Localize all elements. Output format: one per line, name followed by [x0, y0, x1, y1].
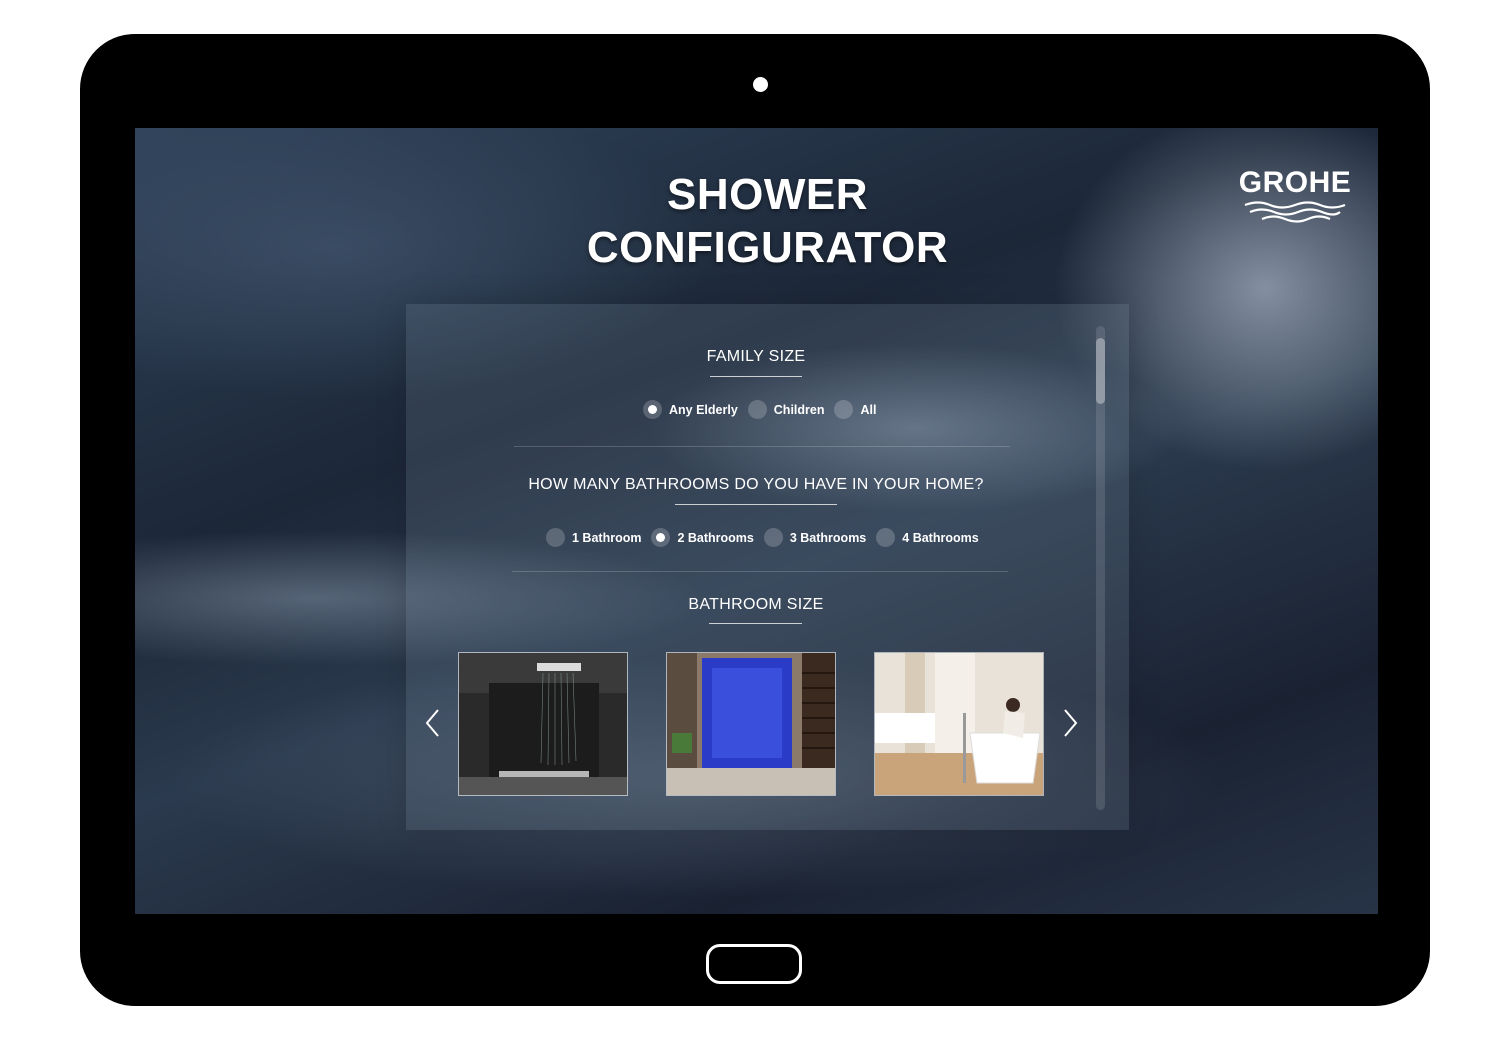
steam-shower-image [667, 653, 835, 795]
radio-label: 1 Bathroom [572, 530, 642, 545]
page-title: SHOWER CONFIGURATOR [135, 168, 1378, 274]
bathrooms-heading: HOW MANY BATHROOMS DO YOU HAVE IN YOUR H… [528, 476, 984, 493]
bathroom-count-options: 1 Bathroom 2 Bathrooms 3 Bathrooms 4 Bat… [546, 528, 989, 547]
panel-scrollbar[interactable] [1096, 326, 1105, 810]
bathroom-size-underline [709, 623, 802, 624]
bathtub-image [875, 653, 1043, 795]
configurator-panel: FAMILY SIZE Any Elderly Children All HOW… [406, 304, 1129, 830]
radio-dot [643, 400, 662, 419]
scrollbar-thumb[interactable] [1096, 338, 1105, 404]
family-size-underline [710, 376, 802, 377]
family-size-heading: FAMILY SIZE [706, 348, 806, 365]
radio-any-elderly[interactable]: Any Elderly [643, 400, 738, 419]
bathroom-image-3[interactable] [874, 652, 1044, 796]
chevron-right-icon[interactable] [1063, 708, 1079, 743]
radio-2-bathrooms[interactable]: 2 Bathrooms [651, 528, 754, 547]
camera-icon [753, 77, 768, 92]
title-line-2: CONFIGURATOR [586, 223, 949, 272]
radio-all[interactable]: All [834, 400, 876, 419]
app-screen: SHOWER CONFIGURATOR GROHE FAMILY SIZE An… [135, 128, 1378, 914]
radio-children[interactable]: Children [747, 400, 825, 419]
brand-name: GROHE [1238, 166, 1352, 199]
radio-label: 4 Bathrooms [902, 530, 979, 545]
radio-dot [763, 528, 783, 547]
tablet-frame: SHOWER CONFIGURATOR GROHE FAMILY SIZE An… [80, 34, 1430, 1006]
radio-label: All [860, 402, 877, 417]
radio-dot [876, 528, 896, 547]
radio-label: 2 Bathrooms [677, 530, 754, 545]
radio-4-bathrooms[interactable]: 4 Bathrooms [876, 528, 979, 547]
radio-dot [834, 400, 854, 419]
home-button[interactable] [706, 944, 802, 984]
bathroom-image-2[interactable] [666, 652, 836, 796]
radio-1-bathroom[interactable]: 1 Bathroom [546, 528, 641, 547]
wave-icon [1244, 201, 1346, 223]
rain-shower-image [459, 653, 627, 795]
title-line-1: SHOWER [667, 170, 868, 219]
bathrooms-underline [675, 504, 837, 505]
radio-dot [651, 528, 671, 547]
chevron-left-icon[interactable] [424, 708, 440, 743]
grohe-logo: GROHE [1230, 166, 1360, 226]
radio-dot [546, 528, 565, 547]
family-size-options: Any Elderly Children All [643, 400, 886, 419]
radio-3-bathrooms[interactable]: 3 Bathrooms [763, 528, 867, 547]
section-divider [512, 571, 1008, 572]
radio-dot [747, 400, 767, 419]
bathroom-image-1[interactable] [458, 652, 628, 796]
bathroom-size-heading: BATHROOM SIZE [688, 596, 824, 613]
radio-label: 3 Bathrooms [789, 530, 867, 545]
radio-label: Children [773, 402, 825, 417]
radio-label: Any Elderly [669, 402, 738, 417]
section-divider [514, 446, 1010, 447]
